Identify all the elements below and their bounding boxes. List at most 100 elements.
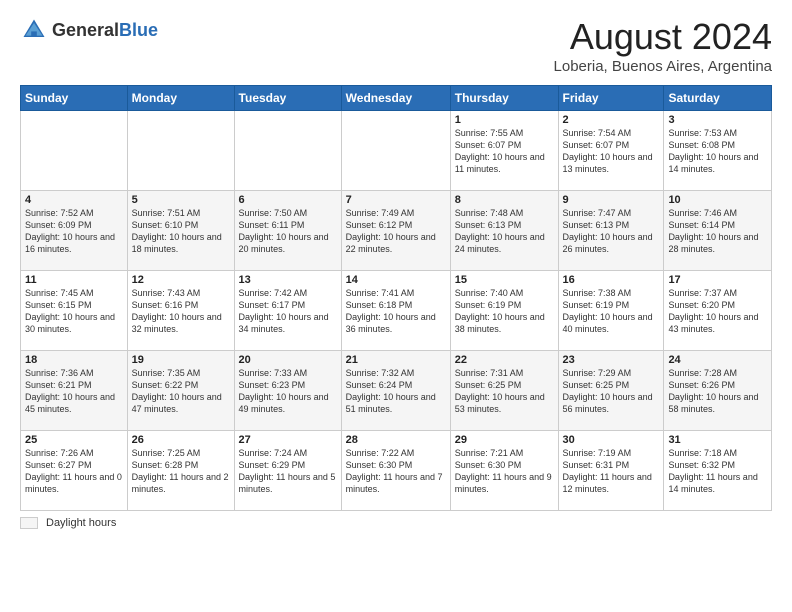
calendar-cell: 13Sunrise: 7:42 AM Sunset: 6:17 PM Dayli… (234, 271, 341, 351)
calendar: SundayMondayTuesdayWednesdayThursdayFrid… (20, 85, 772, 511)
day-number: 6 (239, 194, 337, 206)
calendar-header-monday: Monday (127, 86, 234, 111)
calendar-cell: 31Sunrise: 7:18 AM Sunset: 6:32 PM Dayli… (664, 431, 772, 511)
day-number: 17 (668, 274, 767, 286)
day-content: Sunrise: 7:47 AM Sunset: 6:13 PM Dayligh… (563, 207, 660, 256)
day-number: 7 (346, 194, 446, 206)
day-number: 25 (25, 434, 123, 446)
legend-label: Daylight hours (46, 517, 116, 529)
calendar-cell: 11Sunrise: 7:45 AM Sunset: 6:15 PM Dayli… (21, 271, 128, 351)
day-number: 31 (668, 434, 767, 446)
day-content: Sunrise: 7:36 AM Sunset: 6:21 PM Dayligh… (25, 367, 123, 416)
day-number: 21 (346, 354, 446, 366)
day-number: 20 (239, 354, 337, 366)
day-content: Sunrise: 7:46 AM Sunset: 6:14 PM Dayligh… (668, 207, 767, 256)
calendar-cell: 27Sunrise: 7:24 AM Sunset: 6:29 PM Dayli… (234, 431, 341, 511)
day-number: 23 (563, 354, 660, 366)
day-number: 5 (132, 194, 230, 206)
day-content: Sunrise: 7:24 AM Sunset: 6:29 PM Dayligh… (239, 447, 337, 496)
calendar-cell: 17Sunrise: 7:37 AM Sunset: 6:20 PM Dayli… (664, 271, 772, 351)
calendar-cell: 16Sunrise: 7:38 AM Sunset: 6:19 PM Dayli… (558, 271, 664, 351)
day-content: Sunrise: 7:35 AM Sunset: 6:22 PM Dayligh… (132, 367, 230, 416)
logo-blue: Blue (119, 20, 158, 40)
day-content: Sunrise: 7:53 AM Sunset: 6:08 PM Dayligh… (668, 127, 767, 176)
day-content: Sunrise: 7:54 AM Sunset: 6:07 PM Dayligh… (563, 127, 660, 176)
day-content: Sunrise: 7:55 AM Sunset: 6:07 PM Dayligh… (455, 127, 554, 176)
calendar-week-2: 11Sunrise: 7:45 AM Sunset: 6:15 PM Dayli… (21, 271, 772, 351)
footer: Daylight hours (20, 517, 772, 529)
calendar-week-0: 1Sunrise: 7:55 AM Sunset: 6:07 PM Daylig… (21, 111, 772, 191)
day-content: Sunrise: 7:29 AM Sunset: 6:25 PM Dayligh… (563, 367, 660, 416)
day-number: 26 (132, 434, 230, 446)
title-block: August 2024 Loberia, Buenos Aires, Argen… (554, 16, 772, 75)
day-number: 11 (25, 274, 123, 286)
calendar-cell: 18Sunrise: 7:36 AM Sunset: 6:21 PM Dayli… (21, 351, 128, 431)
day-number: 27 (239, 434, 337, 446)
calendar-cell (234, 111, 341, 191)
calendar-cell: 8Sunrise: 7:48 AM Sunset: 6:13 PM Daylig… (450, 191, 558, 271)
day-content: Sunrise: 7:26 AM Sunset: 6:27 PM Dayligh… (25, 447, 123, 496)
day-number: 22 (455, 354, 554, 366)
title-month: August 2024 (554, 16, 772, 58)
calendar-cell: 23Sunrise: 7:29 AM Sunset: 6:25 PM Dayli… (558, 351, 664, 431)
calendar-cell: 5Sunrise: 7:51 AM Sunset: 6:10 PM Daylig… (127, 191, 234, 271)
day-number: 2 (563, 114, 660, 126)
day-number: 15 (455, 274, 554, 286)
day-number: 12 (132, 274, 230, 286)
calendar-header-wednesday: Wednesday (341, 86, 450, 111)
day-number: 4 (25, 194, 123, 206)
calendar-cell (21, 111, 128, 191)
calendar-cell: 6Sunrise: 7:50 AM Sunset: 6:11 PM Daylig… (234, 191, 341, 271)
day-number: 18 (25, 354, 123, 366)
day-content: Sunrise: 7:33 AM Sunset: 6:23 PM Dayligh… (239, 367, 337, 416)
day-content: Sunrise: 7:42 AM Sunset: 6:17 PM Dayligh… (239, 287, 337, 336)
day-content: Sunrise: 7:49 AM Sunset: 6:12 PM Dayligh… (346, 207, 446, 256)
day-content: Sunrise: 7:37 AM Sunset: 6:20 PM Dayligh… (668, 287, 767, 336)
calendar-header-saturday: Saturday (664, 86, 772, 111)
day-content: Sunrise: 7:22 AM Sunset: 6:30 PM Dayligh… (346, 447, 446, 496)
calendar-week-3: 18Sunrise: 7:36 AM Sunset: 6:21 PM Dayli… (21, 351, 772, 431)
logo-text: GeneralBlue (52, 20, 158, 41)
calendar-cell: 4Sunrise: 7:52 AM Sunset: 6:09 PM Daylig… (21, 191, 128, 271)
calendar-cell: 26Sunrise: 7:25 AM Sunset: 6:28 PM Dayli… (127, 431, 234, 511)
day-number: 9 (563, 194, 660, 206)
day-content: Sunrise: 7:18 AM Sunset: 6:32 PM Dayligh… (668, 447, 767, 496)
day-content: Sunrise: 7:32 AM Sunset: 6:24 PM Dayligh… (346, 367, 446, 416)
day-number: 16 (563, 274, 660, 286)
calendar-cell: 19Sunrise: 7:35 AM Sunset: 6:22 PM Dayli… (127, 351, 234, 431)
day-content: Sunrise: 7:31 AM Sunset: 6:25 PM Dayligh… (455, 367, 554, 416)
day-content: Sunrise: 7:52 AM Sunset: 6:09 PM Dayligh… (25, 207, 123, 256)
title-location: Loberia, Buenos Aires, Argentina (554, 58, 772, 75)
day-content: Sunrise: 7:28 AM Sunset: 6:26 PM Dayligh… (668, 367, 767, 416)
day-content: Sunrise: 7:38 AM Sunset: 6:19 PM Dayligh… (563, 287, 660, 336)
page: GeneralBlue August 2024 Loberia, Buenos … (0, 0, 792, 539)
calendar-cell: 28Sunrise: 7:22 AM Sunset: 6:30 PM Dayli… (341, 431, 450, 511)
day-number: 24 (668, 354, 767, 366)
calendar-cell: 22Sunrise: 7:31 AM Sunset: 6:25 PM Dayli… (450, 351, 558, 431)
calendar-cell (127, 111, 234, 191)
calendar-cell: 24Sunrise: 7:28 AM Sunset: 6:26 PM Dayli… (664, 351, 772, 431)
calendar-cell: 10Sunrise: 7:46 AM Sunset: 6:14 PM Dayli… (664, 191, 772, 271)
calendar-header-row: SundayMondayTuesdayWednesdayThursdayFrid… (21, 86, 772, 111)
day-content: Sunrise: 7:48 AM Sunset: 6:13 PM Dayligh… (455, 207, 554, 256)
day-number: 29 (455, 434, 554, 446)
day-content: Sunrise: 7:50 AM Sunset: 6:11 PM Dayligh… (239, 207, 337, 256)
header: GeneralBlue August 2024 Loberia, Buenos … (20, 16, 772, 75)
calendar-header-sunday: Sunday (21, 86, 128, 111)
calendar-cell: 14Sunrise: 7:41 AM Sunset: 6:18 PM Dayli… (341, 271, 450, 351)
logo: GeneralBlue (20, 16, 158, 44)
calendar-cell: 15Sunrise: 7:40 AM Sunset: 6:19 PM Dayli… (450, 271, 558, 351)
calendar-cell: 29Sunrise: 7:21 AM Sunset: 6:30 PM Dayli… (450, 431, 558, 511)
legend-box (20, 517, 38, 529)
logo-general: General (52, 20, 119, 40)
day-number: 8 (455, 194, 554, 206)
day-content: Sunrise: 7:41 AM Sunset: 6:18 PM Dayligh… (346, 287, 446, 336)
calendar-cell: 20Sunrise: 7:33 AM Sunset: 6:23 PM Dayli… (234, 351, 341, 431)
day-content: Sunrise: 7:19 AM Sunset: 6:31 PM Dayligh… (563, 447, 660, 496)
calendar-cell (341, 111, 450, 191)
day-content: Sunrise: 7:40 AM Sunset: 6:19 PM Dayligh… (455, 287, 554, 336)
calendar-cell: 9Sunrise: 7:47 AM Sunset: 6:13 PM Daylig… (558, 191, 664, 271)
day-content: Sunrise: 7:21 AM Sunset: 6:30 PM Dayligh… (455, 447, 554, 496)
calendar-cell: 25Sunrise: 7:26 AM Sunset: 6:27 PM Dayli… (21, 431, 128, 511)
day-content: Sunrise: 7:25 AM Sunset: 6:28 PM Dayligh… (132, 447, 230, 496)
